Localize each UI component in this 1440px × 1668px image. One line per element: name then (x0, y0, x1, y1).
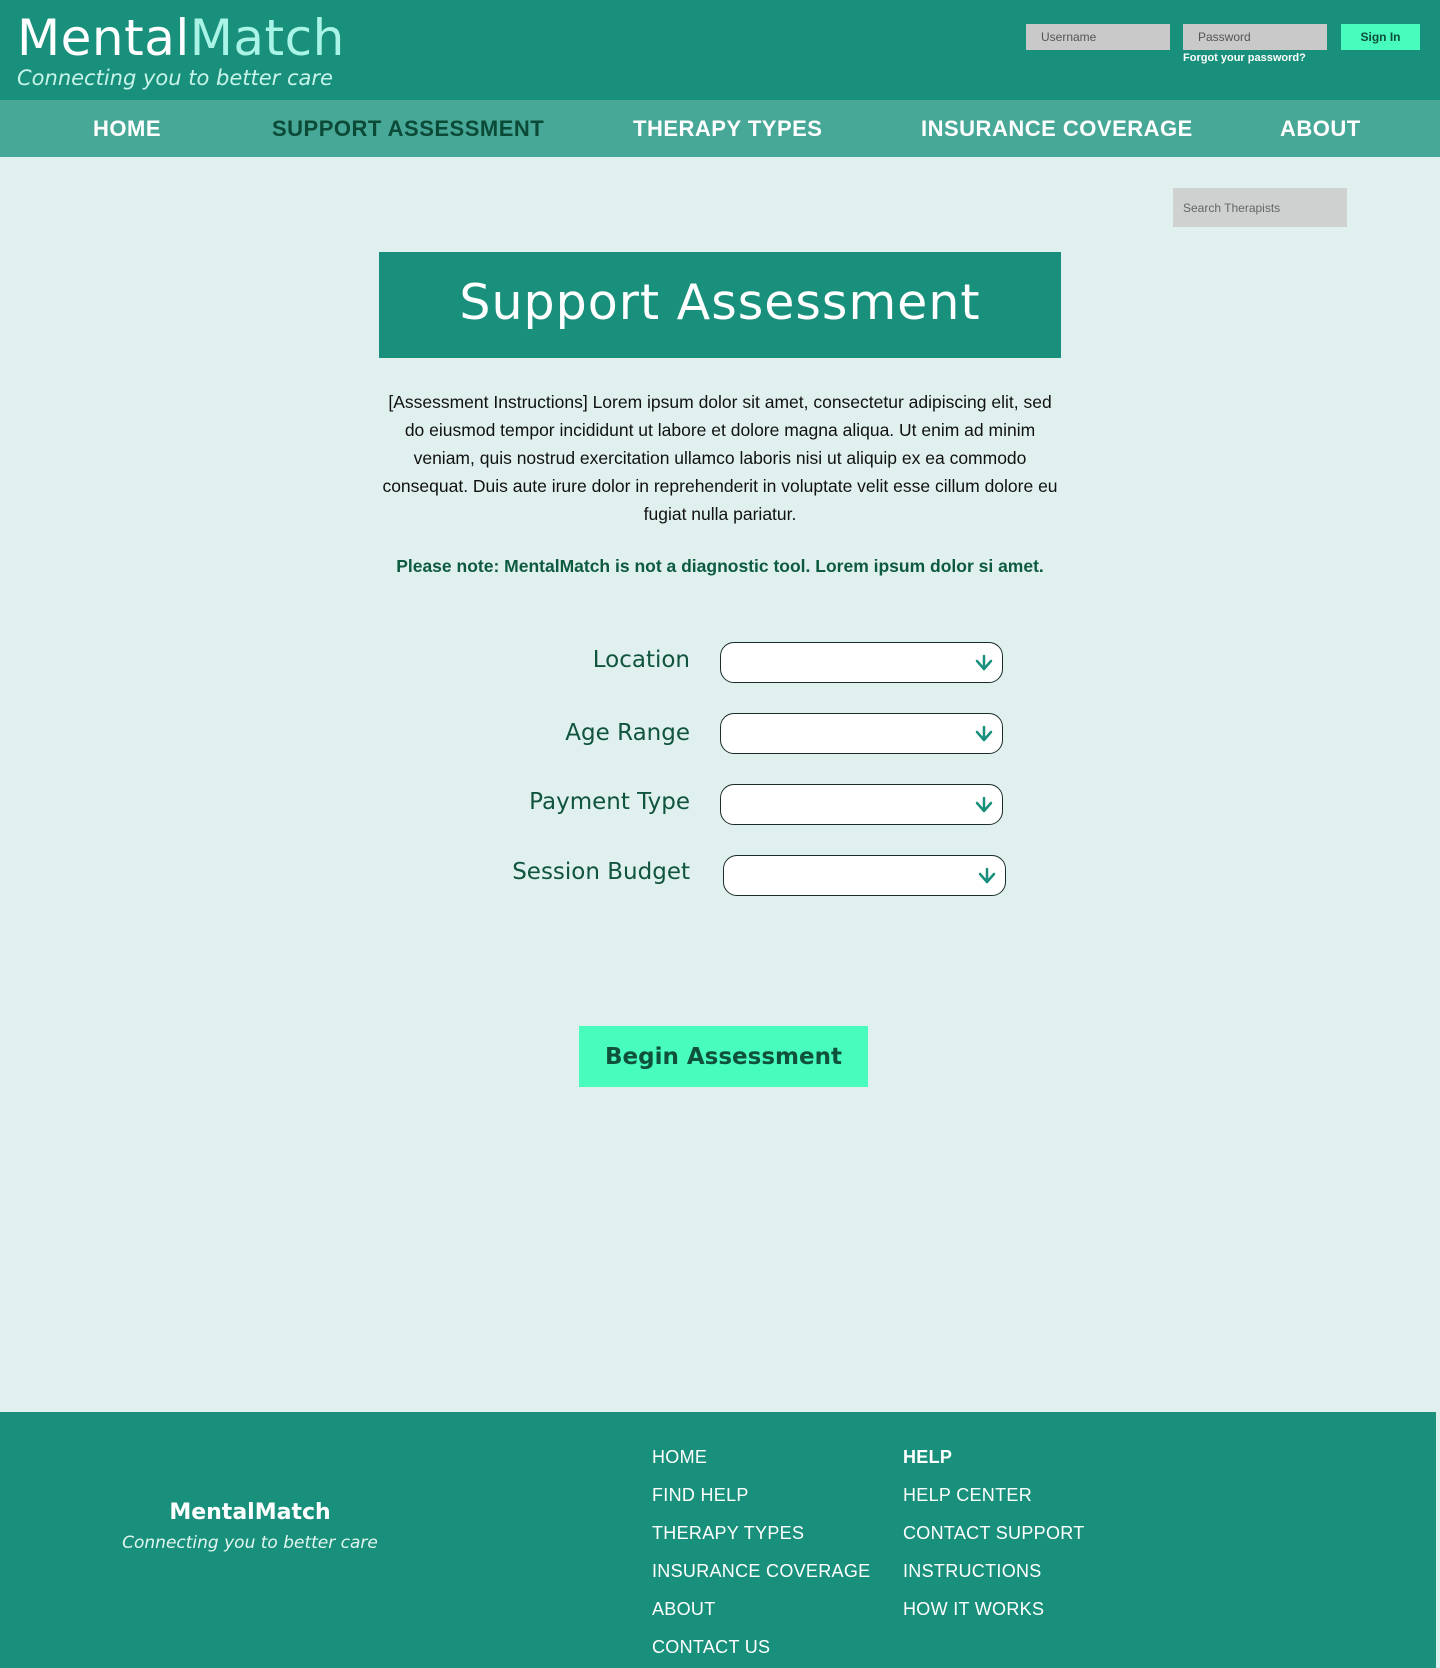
age-range-select[interactable] (720, 713, 1003, 754)
footer-links-help: HELP HELP CENTER CONTACT SUPPORT INSTRUC… (903, 1438, 1085, 1628)
footer-tagline: Connecting you to better care (122, 1533, 378, 1553)
chevron-down-icon (975, 796, 993, 813)
session-budget-label: Session Budget (512, 859, 690, 885)
assessment-instructions: [Assessment Instructions] Lorem ipsum do… (382, 392, 1058, 524)
username-input[interactable] (1026, 24, 1170, 50)
footer-brand: MentalMatch Connecting you to better car… (0, 1500, 500, 1553)
page-title: Support Assessment (459, 274, 981, 331)
footer-brand-name: MentalMatch (169, 1500, 331, 1525)
brand-name-first: Mental (17, 9, 190, 67)
begin-assessment-button[interactable]: Begin Assessment (579, 1026, 868, 1087)
site-header: MentalMatch Connecting you to better car… (0, 0, 1440, 100)
brand-name-second: Match (189, 9, 345, 67)
chevron-down-icon (975, 725, 993, 742)
page-title-banner: Support Assessment (379, 252, 1061, 358)
footer-links-main: HOME FIND HELP THERAPY TYPES INSURANCE C… (652, 1438, 870, 1666)
footer-link-home[interactable]: HOME (652, 1438, 870, 1476)
forgot-password-link[interactable]: Forgot your password? (1183, 52, 1306, 64)
footer-link-find-help[interactable]: FIND HELP (652, 1476, 870, 1514)
age-range-label: Age Range (565, 720, 690, 746)
nav-item-support-assessment[interactable]: SUPPORT ASSESSMENT (272, 100, 544, 157)
nav-item-therapy-types[interactable]: THERAPY TYPES (633, 100, 822, 157)
location-label: Location (592, 647, 690, 673)
brand-logo[interactable]: MentalMatch Connecting you to better car… (17, 10, 345, 90)
session-budget-select[interactable] (723, 855, 1006, 896)
nav-item-insurance-coverage[interactable]: INSURANCE COVERAGE (921, 100, 1193, 157)
payment-type-label: Payment Type (529, 789, 690, 815)
search-therapists-input[interactable] (1173, 188, 1347, 227)
site-footer: MentalMatch Connecting you to better car… (0, 1412, 1436, 1668)
chevron-down-icon (975, 654, 993, 671)
footer-link-how-it-works[interactable]: HOW IT WORKS (903, 1590, 1085, 1628)
password-input[interactable] (1183, 24, 1327, 50)
footer-link-therapy-types[interactable]: THERAPY TYPES (652, 1514, 870, 1552)
footer-link-insurance-coverage[interactable]: INSURANCE COVERAGE (652, 1552, 870, 1590)
brand-tagline: Connecting you to better care (17, 66, 333, 90)
disclaimer-note: Please note: MentalMatch is not a diagno… (396, 556, 1044, 576)
footer-link-about[interactable]: ABOUT (652, 1590, 870, 1628)
nav-item-home[interactable]: HOME (93, 100, 161, 157)
brand-name: MentalMatch (17, 10, 345, 66)
footer-link-contact-support[interactable]: CONTACT SUPPORT (903, 1514, 1085, 1552)
nav-item-about[interactable]: ABOUT (1280, 100, 1361, 157)
footer-link-instructions[interactable]: INSTRUCTIONS (903, 1552, 1085, 1590)
footer-link-help-center[interactable]: HELP CENTER (903, 1476, 1085, 1514)
chevron-down-icon (978, 867, 996, 884)
payment-type-select[interactable] (720, 784, 1003, 825)
main-nav: HOME SUPPORT ASSESSMENT THERAPY TYPES IN… (0, 100, 1440, 157)
location-select[interactable] (720, 642, 1003, 683)
footer-help-heading: HELP (903, 1447, 953, 1467)
sign-in-button[interactable]: Sign In (1341, 24, 1420, 50)
footer-link-contact-us[interactable]: CONTACT US (652, 1628, 870, 1666)
